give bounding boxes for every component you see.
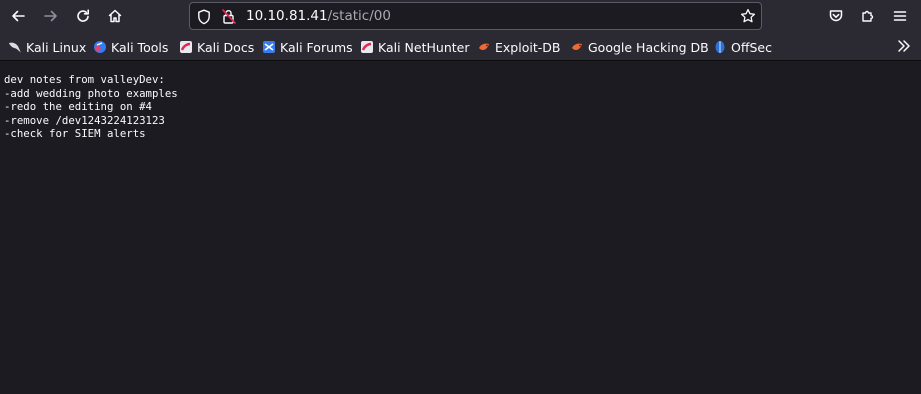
kali-nethunter-icon — [361, 41, 373, 53]
url-path: /static/00 — [327, 8, 391, 24]
bookmark-label: Google Hacking DB — [588, 39, 709, 55]
pocket-button[interactable] — [824, 4, 848, 28]
url-host: 10.10.81.41 — [246, 8, 328, 24]
bookmark-kali-nethunter[interactable]: Kali NetHunter — [360, 39, 469, 55]
hamburger-menu-icon — [893, 11, 907, 21]
bookmark-label: Kali Linux — [26, 39, 87, 55]
kali-forums-icon — [263, 41, 275, 53]
bookmark-kali-linux[interactable]: Kali Linux — [8, 39, 86, 55]
exploit-db-icon — [479, 43, 489, 50]
note-line: -check for SIEM alerts — [4, 127, 146, 141]
note-line: -redo the editing on #4 — [4, 100, 152, 114]
bookmark-offsec[interactable]: OffSec — [713, 39, 772, 55]
bookmark-kali-docs[interactable]: Kali Docs — [179, 39, 254, 55]
bookmark-label: Kali NetHunter — [378, 39, 470, 55]
forward-button[interactable] — [38, 4, 64, 28]
offsec-icon — [715, 41, 725, 53]
insecure-lock-icon[interactable] — [221, 8, 237, 25]
reload-button[interactable] — [70, 4, 96, 28]
bookmark-label: Kali Docs — [197, 39, 255, 55]
shield-icon[interactable] — [197, 9, 211, 25]
bookmarks-toolbar: Kali Linux Kali Tools Kali Docs Kali For… — [0, 33, 921, 61]
app-menu-button[interactable] — [888, 4, 912, 28]
bookmark-kali-tools[interactable]: Kali Tools — [93, 39, 168, 55]
back-arrow-icon — [12, 10, 25, 22]
kali-dragon-icon — [9, 42, 21, 53]
bookmark-label: Kali Tools — [111, 39, 169, 55]
nav-toolbar: 10.10.81.41/static/00 — [0, 0, 921, 33]
browser-window: 10.10.81.41/static/00 Kali Linux Kali To… — [0, 0, 921, 394]
forward-arrow-icon — [44, 10, 57, 22]
kali-tools-icon — [94, 41, 106, 53]
ghdb-icon — [572, 43, 582, 50]
page-content: dev notes from valleyDev: -add wedding p… — [0, 61, 921, 394]
reload-icon — [77, 9, 89, 22]
kali-docs-icon — [180, 41, 192, 53]
chevron-double-right-icon — [898, 40, 910, 52]
extensions-puzzle-icon — [862, 10, 874, 22]
url-text[interactable]: 10.10.81.41/static/00 — [246, 8, 391, 25]
bookmark-google-hacking-db[interactable]: Google Hacking DB — [570, 39, 709, 55]
back-button[interactable] — [5, 4, 31, 28]
bookmark-label: Kali Forums — [280, 39, 353, 55]
bookmark-kali-forums[interactable]: Kali Forums — [262, 39, 353, 55]
note-line: dev notes from valleyDev: — [4, 73, 165, 86]
star-icon[interactable] — [740, 8, 756, 24]
bookmarks-overflow-button[interactable] — [897, 38, 911, 58]
bookmark-label: Exploit-DB — [495, 39, 561, 55]
dev-notes-text: dev notes from valleyDev: -add wedding p… — [4, 73, 178, 141]
home-button[interactable] — [102, 4, 128, 28]
note-line: -add wedding photo examples — [4, 86, 178, 100]
pocket-icon — [829, 10, 843, 22]
bookmark-exploit-db[interactable]: Exploit-DB — [477, 39, 560, 55]
home-icon — [108, 9, 122, 23]
url-bar[interactable]: 10.10.81.41/static/00 — [189, 2, 762, 30]
note-line: -remove /dev1243224123123 — [4, 113, 165, 127]
bookmark-label: OffSec — [731, 39, 772, 55]
extensions-button[interactable] — [856, 4, 880, 28]
